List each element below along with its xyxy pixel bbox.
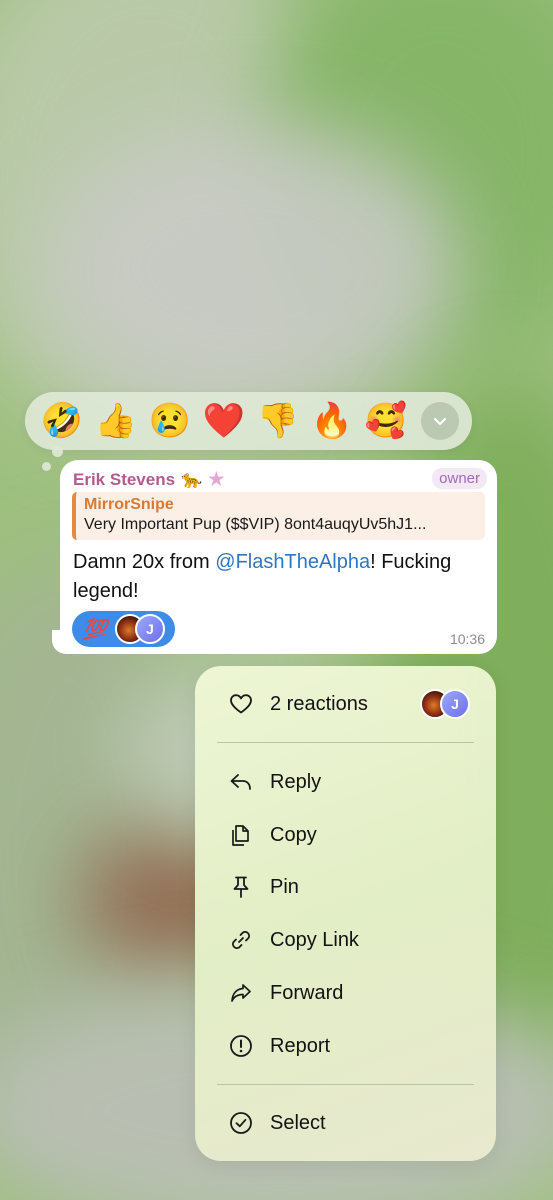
heart-outline-icon — [227, 690, 255, 718]
menu-item-label: Forward — [270, 981, 344, 1004]
menu-item-label: Report — [270, 1034, 331, 1057]
avatar: J — [440, 689, 470, 719]
menu-item-label: Reply — [270, 770, 322, 793]
report-icon — [227, 1032, 255, 1060]
checkmark-circle-icon — [227, 1109, 255, 1137]
context-menu: 2 reactions J Reply Copy Pin Copy Link F… — [195, 666, 496, 1161]
menu-item-select[interactable]: Select — [195, 1099, 496, 1147]
menu-item-label: Copy Link — [270, 928, 359, 951]
avatar: J — [134, 614, 165, 644]
reaction-rofl[interactable]: 🤣 — [35, 394, 89, 448]
hundred-points-emoji: 💯 — [82, 618, 107, 641]
reaction-smiling-hearts[interactable]: 🥰 — [359, 394, 413, 448]
reaction-crying[interactable]: 😢 — [143, 394, 197, 448]
menu-divider — [217, 1084, 474, 1085]
pin-icon — [227, 873, 255, 901]
menu-divider — [217, 742, 474, 743]
menu-item-copy[interactable]: Copy — [195, 811, 496, 859]
menu-item-label: Select — [270, 1111, 326, 1134]
sender-name[interactable]: Erik Stevens 🐆 ★ — [73, 469, 224, 490]
quote-author: MirrorSnipe — [84, 496, 174, 513]
message-time: 10:36 — [449, 631, 485, 647]
menu-item-forward[interactable]: Forward — [195, 969, 496, 1017]
picker-tail-dot-small — [42, 462, 51, 471]
reaction-avatars: J — [114, 614, 165, 644]
menu-item-label: Copy — [270, 823, 317, 846]
reaction-picker: 🤣 👍 😢 ❤️ 👎 🔥 🥰 — [25, 392, 472, 450]
more-reactions-button[interactable] — [421, 402, 459, 440]
picker-tail-dot — [52, 446, 63, 457]
reaction-fire[interactable]: 🔥 — [305, 394, 359, 448]
menu-item-copy-link[interactable]: Copy Link — [195, 916, 496, 964]
message-bubble[interactable]: Erik Stevens 🐆 ★ owner MirrorSnipe Very … — [60, 460, 497, 654]
sender-emoji-status: 🐆 — [181, 469, 203, 489]
copy-icon — [227, 821, 255, 849]
reaction-thumbs-down[interactable]: 👎 — [251, 394, 305, 448]
sender-name-text: Erik Stevens — [73, 469, 176, 489]
star-icon: ★ — [208, 469, 225, 489]
link-icon — [227, 926, 255, 954]
message-text-part: Damn 20x from — [73, 551, 216, 573]
message-reaction-pill[interactable]: 💯 J — [72, 611, 175, 647]
role-badge: owner — [432, 468, 487, 489]
menu-item-reply[interactable]: Reply — [195, 758, 496, 806]
menu-item-report[interactable]: Report — [195, 1022, 496, 1070]
reaction-thumbs-up[interactable]: 👍 — [89, 394, 143, 448]
menu-item-label: Pin — [270, 875, 299, 898]
reply-icon — [227, 768, 255, 796]
chevron-down-icon — [433, 417, 447, 426]
message-text: Damn 20x from @FlashTheAlpha! Fucking le… — [73, 548, 483, 606]
mention-link[interactable]: @FlashTheAlpha — [215, 551, 370, 573]
menu-item-pin[interactable]: Pin — [195, 863, 496, 911]
reply-quote[interactable]: MirrorSnipe Very Important Pup ($$VIP) 8… — [72, 492, 485, 540]
quote-text: Very Important Pup ($$VIP) 8ont4auqyUv5h… — [84, 516, 427, 533]
reactor-avatars: J — [420, 680, 470, 728]
reaction-heart[interactable]: ❤️ — [197, 394, 251, 448]
forward-icon — [227, 979, 255, 1007]
menu-item-reactions[interactable]: 2 reactions J — [195, 680, 496, 728]
reactions-count-label: 2 reactions — [270, 692, 368, 715]
